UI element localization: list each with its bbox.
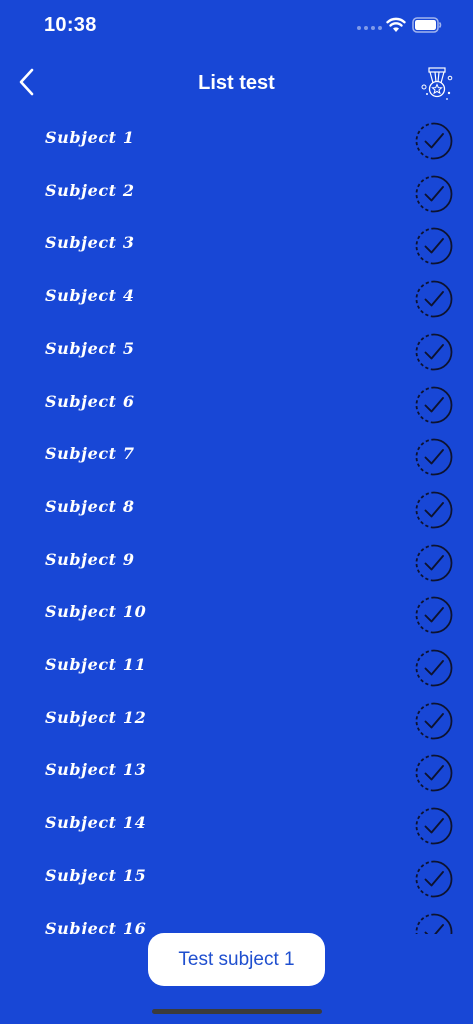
list-item[interactable]: Subject 12 (0, 694, 473, 747)
list-item[interactable]: Subject 1 (0, 114, 473, 167)
medal-icon (421, 67, 453, 100)
award-button[interactable] (418, 64, 456, 104)
list-item-label: Subject 12 (45, 707, 147, 727)
list-item-label: Subject 6 (45, 391, 135, 411)
list-item-label: Subject 11 (45, 655, 147, 674)
list-item-label: Subject 10 (45, 602, 147, 622)
dashed-circle-check-icon[interactable] (415, 386, 453, 424)
list-item-label: Subject 16 (45, 918, 147, 935)
dashed-circle-check-icon[interactable] (415, 333, 453, 371)
list-item[interactable]: Subject 2 (0, 167, 473, 220)
list-item[interactable]: Subject 7 (0, 430, 473, 483)
dashed-circle-check-icon[interactable] (415, 227, 453, 265)
list-item-label: Subject 4 (45, 286, 135, 306)
dashed-circle-check-icon[interactable] (415, 649, 453, 687)
list-test-screen: 10:38 List test Subject 1 Subject 2 Subj… (0, 0, 473, 1024)
list-item-label: Subject 7 (45, 444, 135, 464)
wifi-icon (386, 17, 406, 32)
list-item-label: Subject 5 (45, 338, 135, 358)
list-item[interactable]: Subject 11 (0, 641, 473, 694)
list-item-label: Subject 15 (45, 865, 147, 885)
list-item[interactable]: Subject 3 (0, 219, 473, 272)
dashed-circle-check-icon[interactable] (415, 491, 453, 529)
list-item[interactable]: Subject 5 (0, 325, 473, 378)
list-item[interactable]: Subject 14 (0, 799, 473, 852)
list-item-label: Subject 1 (45, 128, 135, 147)
test-subject-button[interactable]: Test subject 1 (148, 933, 325, 986)
list-item[interactable]: Subject 15 (0, 852, 473, 905)
test-subject-button-label: Test subject 1 (178, 948, 295, 970)
dashed-circle-check-icon[interactable] (415, 544, 453, 582)
dashed-circle-check-icon[interactable] (415, 807, 453, 845)
battery-icon (412, 17, 442, 33)
list-item[interactable]: Subject 6 (0, 378, 473, 431)
dashed-circle-check-icon[interactable] (415, 913, 453, 935)
list-item[interactable]: Subject 9 (0, 536, 473, 589)
list-item-label: Subject 13 (45, 760, 147, 780)
list-item[interactable]: Subject 16 (0, 905, 473, 935)
dashed-circle-check-icon[interactable] (415, 754, 453, 792)
list-item-label: Subject 2 (45, 180, 135, 200)
list-item-label: Subject 8 (45, 496, 135, 516)
dashed-circle-check-icon[interactable] (415, 175, 453, 213)
dashed-circle-check-icon[interactable] (415, 280, 453, 318)
list-item-label: Subject 14 (45, 813, 147, 833)
dashed-circle-check-icon[interactable] (415, 122, 453, 160)
dashed-circle-check-icon[interactable] (415, 596, 453, 634)
page-title: List test (198, 72, 275, 94)
dashed-circle-check-icon[interactable] (415, 860, 453, 898)
list-item[interactable]: Subject 13 (0, 746, 473, 799)
list-item-label: Subject 9 (45, 549, 135, 569)
status-bar: 10:38 (0, 0, 473, 54)
list-item[interactable]: Subject 8 (0, 483, 473, 536)
list-item-label: Subject 3 (45, 233, 135, 253)
list-item[interactable]: Subject 10 (0, 588, 473, 641)
status-time: 10:38 (44, 14, 97, 36)
cellular-signal-icon (357, 26, 382, 30)
home-indicator (152, 1009, 322, 1014)
dashed-circle-check-icon[interactable] (415, 702, 453, 740)
navigation-bar: List test (0, 54, 473, 114)
subject-list[interactable]: Subject 1 Subject 2 Subject 3 Subject 4 Subj… (0, 114, 473, 934)
dashed-circle-check-icon[interactable] (415, 438, 453, 476)
list-item[interactable]: Subject 4 (0, 272, 473, 325)
